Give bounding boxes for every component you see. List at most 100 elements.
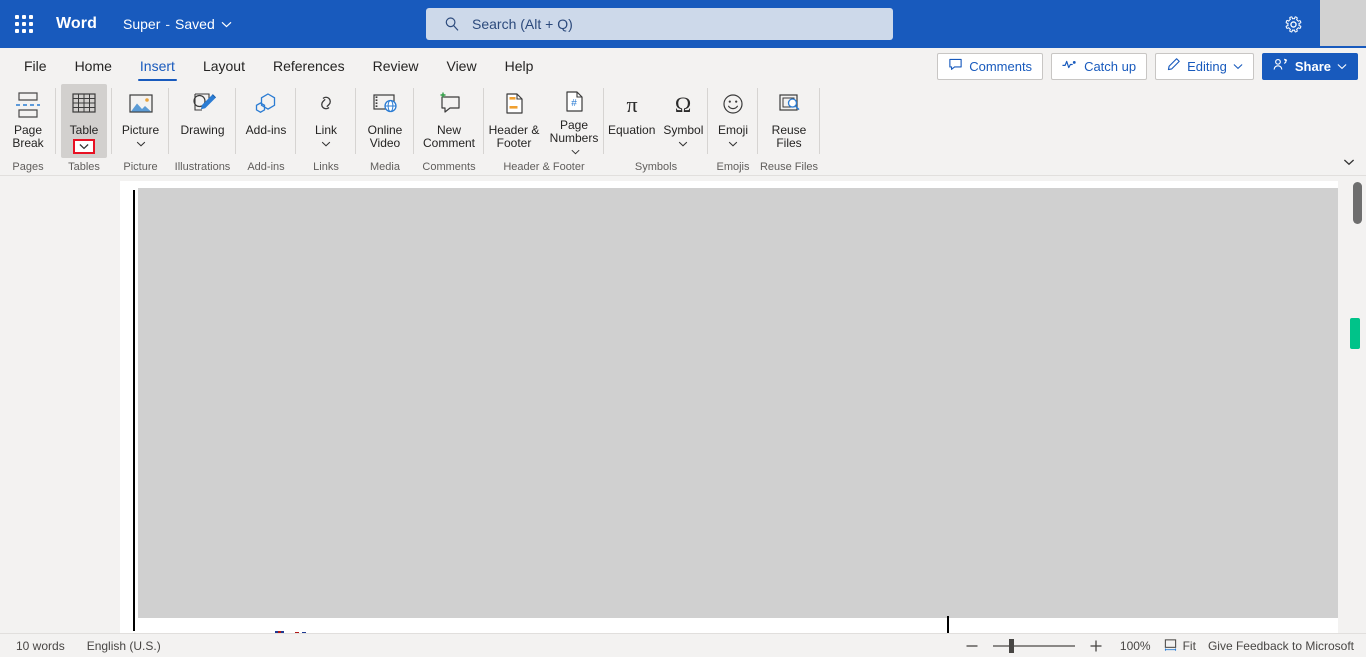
group-label-symbols: Symbols xyxy=(634,161,678,173)
tab-layout[interactable]: Layout xyxy=(189,48,259,84)
header-footer-button[interactable]: Header & Footer xyxy=(484,84,544,158)
new-comment-label: New Comment xyxy=(422,123,475,150)
ribbon-group-header-footer: Header & Footer # Page Numbers Header & … xyxy=(484,84,604,176)
zoom-slider-knob[interactable] xyxy=(1008,639,1014,653)
tab-view[interactable]: View xyxy=(432,48,490,84)
status-bar-left: 10 words English (U.S.) xyxy=(0,639,161,653)
symbol-button[interactable]: Ω Symbol xyxy=(659,84,707,158)
tab-insert[interactable]: Insert xyxy=(126,48,189,84)
word-count[interactable]: 10 words xyxy=(16,639,65,653)
gear-icon[interactable] xyxy=(1276,8,1310,40)
language-indicator[interactable]: English (U.S.) xyxy=(87,639,161,653)
editing-mode-button[interactable]: Editing xyxy=(1155,52,1254,80)
word-online-window: Word Super - Saved Search (Alt + Q) File xyxy=(0,0,1366,657)
ribbon-tab-strip: File Home Insert Layout References Revie… xyxy=(0,48,1366,84)
symbol-icon: Ω xyxy=(669,88,697,122)
search-icon xyxy=(444,16,460,32)
selected-content-block[interactable] xyxy=(138,188,1338,618)
tab-home[interactable]: Home xyxy=(61,48,126,84)
comments-label: Comments xyxy=(969,58,1033,74)
tab-strip-actions: Comments Catch up Editing Share xyxy=(937,48,1358,84)
zoom-slider[interactable] xyxy=(992,637,1075,655)
table-dropdown-highlighted[interactable] xyxy=(73,139,95,154)
tab-review[interactable]: Review xyxy=(359,48,433,84)
link-dropdown[interactable] xyxy=(321,138,331,150)
table-button[interactable]: Table xyxy=(61,84,107,158)
ribbon: Page Break Pages Table Tables Picture Pi… xyxy=(0,84,1366,176)
online-video-icon xyxy=(369,88,401,122)
emoji-dropdown[interactable] xyxy=(728,138,738,150)
addins-icon xyxy=(250,88,282,122)
link-button[interactable]: Link xyxy=(296,84,356,158)
add-ins-label: Add-ins xyxy=(245,123,287,137)
table-icon xyxy=(69,88,99,122)
picture-label: Picture xyxy=(121,123,160,137)
symbol-label: Symbol xyxy=(663,123,704,137)
svg-text:π: π xyxy=(626,92,637,117)
drawing-label: Drawing xyxy=(180,123,225,137)
emoji-label: Emoji xyxy=(717,123,748,137)
page-break-icon xyxy=(13,88,43,122)
new-comment-button[interactable]: New Comment xyxy=(414,84,484,158)
ribbon-group-addins: Add-ins Add-ins xyxy=(236,84,296,176)
fit-to-window-button[interactable]: Fit xyxy=(1163,638,1196,655)
svg-text:#: # xyxy=(571,98,577,109)
add-ins-button[interactable]: Add-ins xyxy=(236,84,296,158)
page-numbers-label: Page Numbers xyxy=(548,119,600,158)
ribbon-group-comments: New Comment Comments xyxy=(414,84,484,176)
drawing-button[interactable]: Drawing xyxy=(169,84,236,158)
save-state-label: Saved xyxy=(175,16,215,32)
chevron-down-icon[interactable] xyxy=(1338,153,1360,171)
tab-help[interactable]: Help xyxy=(491,48,548,84)
scrollbar-thumb[interactable] xyxy=(1353,182,1362,224)
selection-left-edge xyxy=(133,190,135,631)
pencil-icon xyxy=(1166,57,1181,75)
tab-file[interactable]: File xyxy=(10,48,61,84)
feedback-link[interactable]: Give Feedback to Microsoft xyxy=(1208,639,1354,653)
group-label-reuse-files: Reuse Files xyxy=(759,161,819,173)
online-video-button[interactable]: Online Video xyxy=(356,84,414,158)
vertical-scrollbar[interactable] xyxy=(1350,177,1366,633)
equation-icon: π xyxy=(618,88,646,122)
title-separator: - xyxy=(165,16,171,32)
zoom-in-button[interactable] xyxy=(1087,637,1105,655)
link-label: Link xyxy=(314,123,337,137)
picture-dropdown[interactable] xyxy=(136,138,146,150)
svg-text:Ω: Ω xyxy=(675,92,691,117)
comments-button[interactable]: Comments xyxy=(937,52,1044,80)
reuse-files-button[interactable]: Reuse Files xyxy=(758,84,820,158)
picture-button[interactable]: Picture xyxy=(112,84,169,158)
titlebar-corner-placeholder xyxy=(1320,0,1366,46)
selection-right-edge xyxy=(947,616,949,633)
group-label-picture: Picture xyxy=(123,161,158,173)
page-numbers-button[interactable]: # Page Numbers xyxy=(544,84,604,158)
status-bar: 10 words English (U.S.) 100% Fit Give Fe… xyxy=(0,633,1366,657)
ribbon-tabs: File Home Insert Layout References Revie… xyxy=(0,48,547,84)
picture-icon xyxy=(126,88,156,122)
share-button[interactable]: Share xyxy=(1261,52,1358,80)
chevron-down-icon xyxy=(221,21,232,28)
fit-icon xyxy=(1163,638,1178,655)
online-video-label: Online Video xyxy=(367,123,403,150)
tab-references[interactable]: References xyxy=(259,48,359,84)
symbol-dropdown[interactable] xyxy=(678,138,688,150)
ribbon-group-links: Link Links xyxy=(296,84,356,176)
ribbon-group-emojis: Emoji Emojis xyxy=(708,84,758,176)
search-input[interactable]: Search (Alt + Q) xyxy=(426,8,893,40)
zoom-out-button[interactable] xyxy=(963,637,981,655)
emoji-button[interactable]: Emoji xyxy=(708,84,758,158)
document-canvas[interactable] xyxy=(0,177,1366,633)
page-numbers-dropdown[interactable] xyxy=(570,149,580,155)
document-title-menu[interactable]: Super - Saved xyxy=(123,16,232,32)
zoom-level[interactable]: 100% xyxy=(1117,639,1151,653)
ribbon-group-symbols: π Equation Ω Symbol Symbols xyxy=(604,84,708,176)
page-break-label: Page Break xyxy=(12,123,44,150)
app-launcher-icon[interactable] xyxy=(0,0,48,48)
chevron-down-icon xyxy=(1337,63,1347,70)
page-break-button[interactable]: Page Break xyxy=(0,84,56,158)
group-label-links: Links xyxy=(313,161,339,173)
document-page[interactable] xyxy=(120,181,1338,633)
catch-up-button[interactable]: Catch up xyxy=(1051,52,1148,80)
chevron-down-icon xyxy=(1233,63,1243,70)
equation-button[interactable]: π Equation xyxy=(604,84,659,158)
